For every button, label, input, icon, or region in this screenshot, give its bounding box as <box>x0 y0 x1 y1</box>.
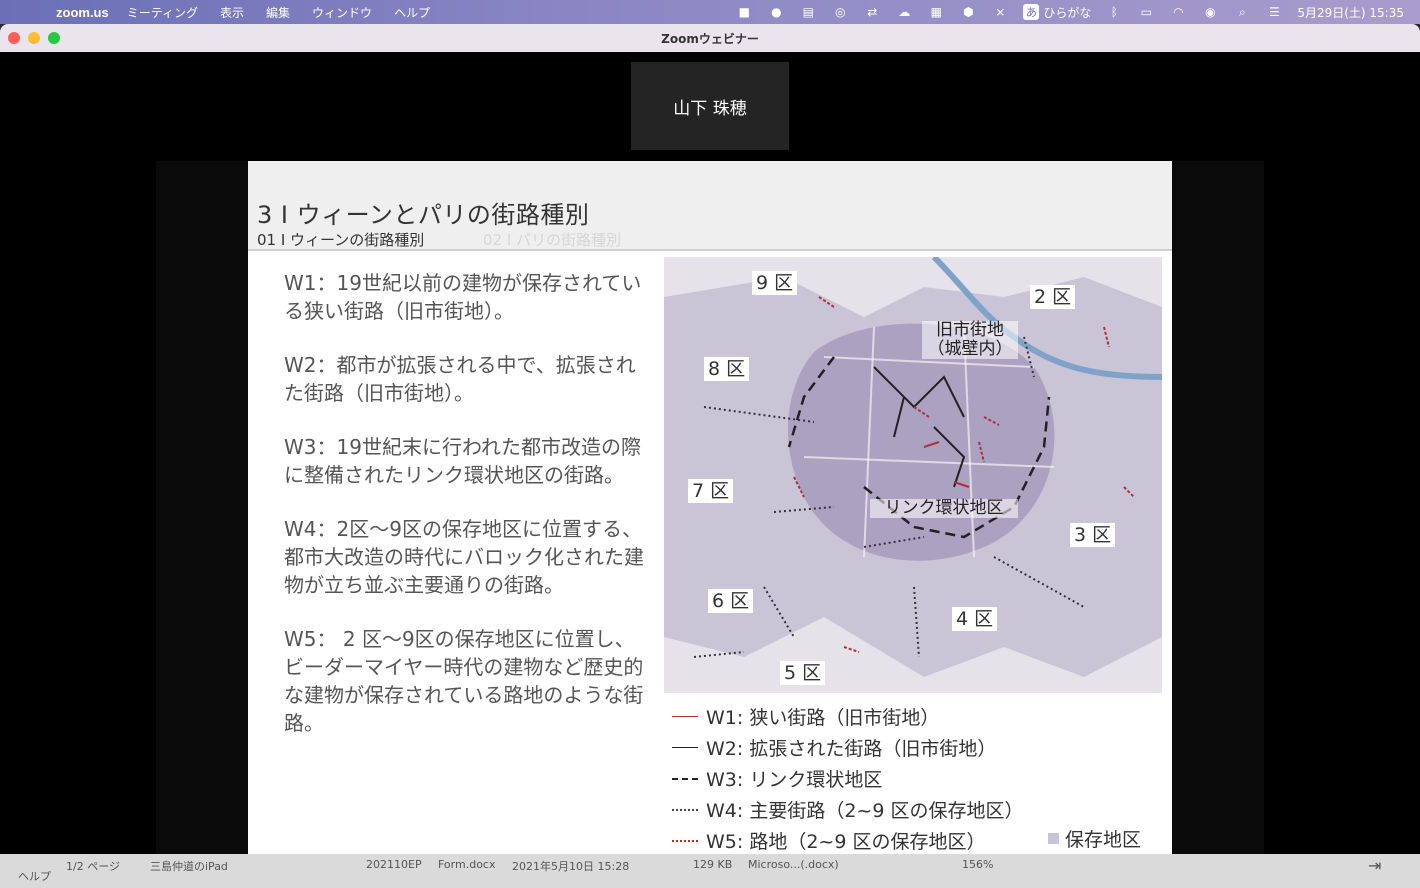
map-label-old-town: 旧市街地 （城壁内） <box>922 321 1018 359</box>
teamviewer-icon[interactable]: ⇄ <box>863 4 881 20</box>
map-label-district-4: 4 区 <box>952 607 998 631</box>
ime-label: ひらがな <box>1043 5 1092 20</box>
map-graphic <box>664 257 1162 693</box>
clapper-icon[interactable]: ▤ <box>799 4 817 20</box>
battery-icon[interactable]: ▭ <box>1137 4 1155 20</box>
menu-app-name[interactable]: zoom.us <box>56 5 109 20</box>
clock[interactable]: 5月29日(土) 15:35 <box>1297 4 1404 21</box>
bg-date: 2021年5月10日 15:28 <box>512 860 630 873</box>
slide-header: 3 I ウィーンとパリの街路種別 01 I ウィーンの街路種別 02 I パリの… <box>248 161 1172 251</box>
legend-label-w3: W3: リンク環状地区 <box>706 769 883 791</box>
status-area: ■ ● ▤ ◎ ⇄ ☁ ▦ ⬢ ⨯ あ ひらがな ᛒ ▭ ◠ ◉ ⌕ ☰ 5月2… <box>735 0 1404 24</box>
menu-help[interactable]: ヘルプ <box>394 4 430 21</box>
minimize-button[interactable] <box>28 32 40 44</box>
legend-swatch-w1 <box>672 716 698 717</box>
legend-swatch-w2 <box>672 747 698 748</box>
legend-swatch-conservation <box>1048 833 1059 844</box>
legend-conservation: 保存地区 <box>1048 825 1141 852</box>
input-method[interactable]: あ ひらがな <box>1023 4 1091 21</box>
menu-edit[interactable]: 編集 <box>266 4 290 21</box>
legend-swatch-w3 <box>672 777 698 780</box>
menu-window[interactable]: ウィンドウ <box>312 4 372 21</box>
legend-label-conservation: 保存地区 <box>1065 829 1142 851</box>
map-label-district-3: 3 区 <box>1070 523 1116 547</box>
background-window: ヘルプ 1/2 ページ 三島仲道のiPad 202110EP Form.docx… <box>0 854 1420 888</box>
toolbox-icon[interactable]: ▦ <box>927 4 945 20</box>
slide-subtitle-active: 01 I ウィーンの街路種別 <box>257 231 425 249</box>
map-label-district-6: 6 区 <box>708 589 754 613</box>
shared-slide: 3 I ウィーンとパリの街路種別 01 I ウィーンの街路種別 02 I パリの… <box>248 161 1172 854</box>
bg-page: 1/2 ページ <box>66 860 120 873</box>
zoom-status-icon[interactable]: ■ <box>735 4 753 20</box>
legend-swatch-w4 <box>672 808 698 811</box>
line-icon[interactable]: ● <box>767 4 785 20</box>
cloud-icon[interactable]: ☁ <box>895 4 913 20</box>
map-label-district-7: 7 区 <box>688 479 734 503</box>
sidebar-toggle-icon[interactable]: ⇥ <box>1368 856 1381 875</box>
wifi-icon[interactable]: ◠ <box>1169 4 1187 20</box>
legend-row-w1: W1: 狭い街路（旧市街地） <box>672 701 1152 732</box>
bg-size: 129 KB <box>693 858 733 871</box>
bg-device: 三島仲道のiPad <box>150 860 228 873</box>
map-label-district-9: 9 区 <box>752 271 798 295</box>
ime-icon: あ <box>1023 4 1040 20</box>
meeting-stage: 山下 珠穂 3 I ウィーンとパリの街路種別 01 I ウィーンの街路種別 02… <box>0 52 1420 854</box>
slide-subtitle-inactive: 02 I パリの街路種別 <box>483 231 622 249</box>
maximize-button[interactable] <box>48 32 60 44</box>
map-label-old-town-line2: （城壁内） <box>927 339 1013 359</box>
legend-label-w1: W1: 狭い街路（旧市街地） <box>706 707 940 729</box>
close-button[interactable] <box>8 32 20 44</box>
legend-swatch-w5 <box>672 839 698 842</box>
search-icon[interactable]: ⌕ <box>1233 4 1251 20</box>
control-center-icon[interactable]: ☰ <box>1265 4 1283 20</box>
vienna-map: 9 区 2 区 8 区 7 区 3 区 6 区 4 区 5 区 旧市街地 （城壁… <box>664 257 1162 693</box>
map-label-district-2: 2 区 <box>1030 285 1076 309</box>
speaker-tile[interactable]: 山下 珠穂 <box>631 62 789 150</box>
slide-title: 3 I ウィーンとパリの街路種別 <box>257 201 590 229</box>
user-icon[interactable]: ◉ <box>1201 4 1219 20</box>
map-legend: W1: 狭い街路（旧市街地） W2: 拡張された街路（旧市街地） W3: リンク… <box>672 701 1152 854</box>
menu-meeting[interactable]: ミーティング <box>127 4 198 21</box>
paragraph-w1: W1：19世紀以前の建物が保存されている狭い街路（旧市街地）。 <box>284 271 642 323</box>
map-label-old-town-line1: 旧市街地 <box>936 320 1004 340</box>
window-controls <box>8 32 60 44</box>
creative-cloud-icon[interactable]: ◎ <box>831 4 849 20</box>
map-label-ring: リンク環状地区 <box>870 499 1018 518</box>
zoom-window: Zoomウェビナー 山下 珠穂 3 I ウィーンとパリの街路種別 01 I ウィ… <box>0 24 1420 854</box>
paragraph-w4: W4：2区〜9区の保存地区に位置する、都市大改造の時代にバロック化された建物が立… <box>284 517 644 597</box>
mute-icon[interactable]: ⨯ <box>991 4 1009 20</box>
legend-row-w4: W4: 主要街路（2~9 区の保存地区） <box>672 794 1152 825</box>
map-label-district-5: 5 区 <box>780 661 826 685</box>
window-title: Zoomウェビナー <box>661 31 759 46</box>
paragraph-w3: W3：19世紀末に行われた都市改造の際に整備されたリンク環状地区の街路。 <box>284 435 641 487</box>
legend-row-w3: W3: リンク環状地区 <box>672 763 1152 794</box>
bg-zoom: 156% <box>962 858 994 871</box>
bg-kind: Microso...(.docx) <box>748 858 839 871</box>
title-bar: Zoomウェビナー <box>0 24 1420 52</box>
legend-label-w2: W2: 拡張された街路（旧市街地） <box>706 738 997 760</box>
paragraph-w5: W5： 2 区〜9区の保存地区に位置し、ビーダーマイヤー時代の建物など歴史的な建… <box>284 627 644 735</box>
legend-row-w2: W2: 拡張された街路（旧市街地） <box>672 732 1152 763</box>
slide-body: W1：19世紀以前の建物が保存されている狭い街路（旧市街地）。 W2：都市が拡張… <box>284 269 644 763</box>
menu-view[interactable]: 表示 <box>220 4 244 21</box>
bluetooth-icon[interactable]: ᛒ <box>1105 4 1123 20</box>
bg-filename-2[interactable]: Form.docx <box>438 858 495 871</box>
legend-label-w5: W5: 路地（2~9 区の保存地区） <box>706 831 986 853</box>
paragraph-w2: W2：都市が拡張される中で、拡張された街路（旧市街地）。 <box>284 353 636 405</box>
shield-icon[interactable]: ⬢ <box>959 4 977 20</box>
menu-bar: zoom.us ミーティング 表示 編集 ウィンドウ ヘルプ ■ ● ▤ ◎ ⇄… <box>0 0 1420 24</box>
legend-label-w4: W4: 主要街路（2~9 区の保存地区） <box>706 800 1024 822</box>
bg-filename[interactable]: 202110EP <box>366 858 422 871</box>
map-label-district-8: 8 区 <box>704 357 750 381</box>
bg-help[interactable]: ヘルプ <box>18 868 51 884</box>
